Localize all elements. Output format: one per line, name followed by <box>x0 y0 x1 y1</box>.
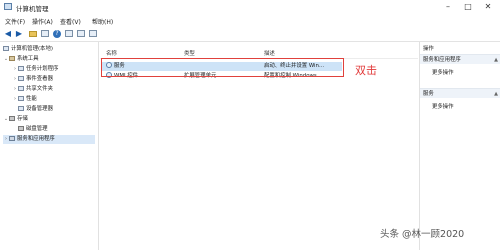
more-actions-link[interactable]: 更多操作 <box>432 102 454 110</box>
collapse-arrow-icon[interactable]: ▲ <box>494 89 498 99</box>
tree-system-tools[interactable]: ⌄ 系统工具 <box>3 55 39 64</box>
window-title: 计算机管理 <box>16 5 49 13</box>
actions-header: 操作 <box>423 46 434 52</box>
minimize-button[interactable]: – <box>438 0 458 14</box>
close-button[interactable]: ✕ <box>478 0 498 14</box>
computer-icon <box>3 46 9 51</box>
console-icon[interactable] <box>40 29 50 39</box>
menu-action[interactable]: 操作(A) <box>32 17 53 26</box>
help-icon[interactable]: ? <box>52 29 62 39</box>
storage-icon <box>9 116 15 121</box>
performance-icon <box>18 96 24 101</box>
tools-icon <box>9 56 15 61</box>
actions-section-services[interactable]: 服务 ▲ <box>420 88 500 98</box>
computer-management-window: 计算机管理 – □ ✕ 文件(F) 操作(A) 查看(V) 帮助(H) ◀ ▶ … <box>0 0 500 250</box>
menu-bar: 文件(F) 操作(A) 查看(V) 帮助(H) <box>0 15 500 27</box>
disk-icon <box>18 126 24 131</box>
services-icon <box>9 136 15 141</box>
actions-section-services-apps[interactable]: 服务和应用程序 ▲ <box>420 54 500 64</box>
properties-icon[interactable] <box>64 29 74 39</box>
device-manager-icon <box>18 106 24 111</box>
menu-help[interactable]: 帮助(H) <box>92 17 113 26</box>
menu-file[interactable]: 文件(F) <box>5 17 25 26</box>
tree-device-manager[interactable]: 设备管理器 <box>12 105 53 114</box>
double-click-annotation: 双击 <box>355 64 377 77</box>
tree-task-scheduler[interactable]: › 任务计划程序 <box>12 65 58 74</box>
tree-disk-management[interactable]: 磁盘管理 <box>12 125 48 134</box>
tree-event-viewer[interactable]: › 事件查看器 <box>12 75 53 84</box>
computer-management-icon <box>4 3 12 10</box>
tree-root[interactable]: 计算机管理(本地) <box>3 45 53 54</box>
console-tree: 计算机管理(本地) ⌄ 系统工具 › 任务计划程序 › 事件查看器 › 共享文件夹 › 性… <box>0 42 99 250</box>
menu-view[interactable]: 查看(V) <box>60 17 81 26</box>
column-header-name[interactable]: 名称 <box>106 49 117 57</box>
task-scheduler-icon <box>18 66 24 71</box>
title-bar: 计算机管理 – □ ✕ <box>0 0 500 14</box>
tree-shared-folders[interactable]: › 共享文件夹 <box>12 85 53 94</box>
tree-services-applications[interactable]: › 服务和应用程序 <box>3 135 95 144</box>
event-viewer-icon <box>18 76 24 81</box>
shared-folder-icon <box>18 86 24 91</box>
highlight-box <box>101 58 344 77</box>
tree-performance[interactable]: › 性能 <box>12 95 37 104</box>
export-list-icon[interactable] <box>88 29 98 39</box>
folder-icon[interactable] <box>28 29 38 39</box>
toolbar: ◀ ▶ ? <box>0 28 500 42</box>
collapse-arrow-icon[interactable]: ▲ <box>494 55 498 65</box>
more-actions-link[interactable]: 更多操作 <box>432 68 454 76</box>
maximize-button[interactable]: □ <box>458 0 478 14</box>
back-icon[interactable]: ◀ <box>3 29 13 39</box>
console-tree-icon[interactable] <box>76 29 86 39</box>
actions-pane: 操作 服务和应用程序 ▲ 更多操作 服务 ▲ 更多操作 <box>419 42 500 250</box>
tree-storage[interactable]: ⌄ 存储 <box>3 115 28 124</box>
forward-icon[interactable]: ▶ <box>14 29 24 39</box>
column-header-description[interactable]: 描述 <box>264 49 275 57</box>
watermark: 头条 @林一顾2020 <box>380 229 465 240</box>
column-header-type[interactable]: 类型 <box>184 49 195 57</box>
